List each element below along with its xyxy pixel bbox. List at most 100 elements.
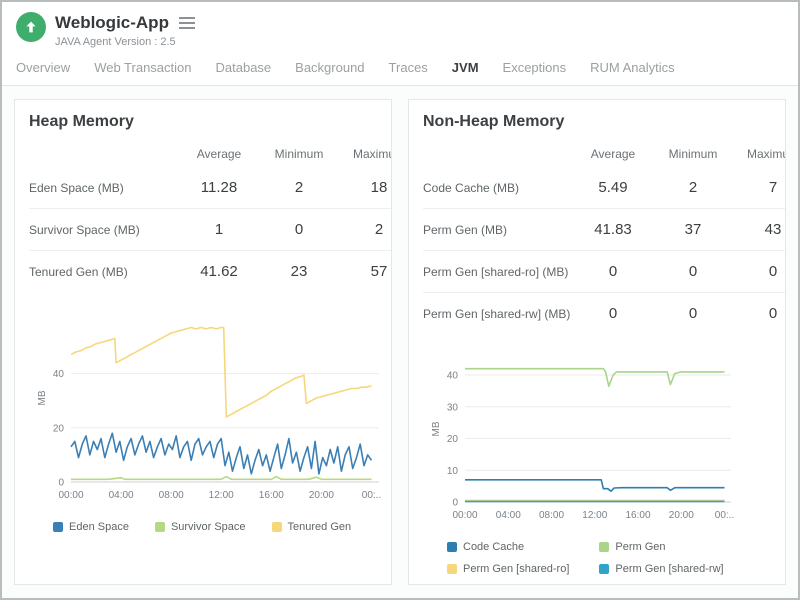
table-row: Perm Gen [shared-ro] (MB) 0 0 0 [423, 251, 786, 293]
non-heap-memory-chart: 01020304000:0004:0008:0012:0016:0020:000… [429, 348, 785, 531]
col-header-average: Average [179, 139, 259, 167]
table-row: Eden Space (MB) 11.28 2 18 [29, 167, 392, 209]
svg-text:0: 0 [58, 478, 64, 489]
tab-bar: Overview Web Transaction Database Backgroun… [2, 52, 798, 86]
svg-text:00:00: 00:00 [452, 510, 477, 521]
main-content: Heap Memory Average Minimum Maximum Eden… [2, 86, 798, 598]
col-header-maximum: Maximum [339, 139, 392, 167]
heap-stats-table: Average Minimum Maximum Eden Space (MB) … [29, 139, 392, 292]
non-heap-stats-table: Average Minimum Maximum Code Cache (MB) … [423, 139, 786, 334]
tab-database[interactable]: Database [216, 60, 272, 75]
panel-title-heap: Heap Memory [29, 113, 391, 131]
table-row: Code Cache (MB) 5.49 2 7 [423, 167, 786, 209]
svg-text:20:00: 20:00 [309, 490, 334, 501]
col-header-blank [423, 139, 573, 167]
svg-text:00:..: 00:.. [715, 510, 734, 521]
avg-value: 41.83 [573, 209, 653, 251]
svg-text:0: 0 [452, 498, 458, 509]
row-label: Tenured Gen (MB) [29, 251, 179, 293]
svg-text:30: 30 [447, 402, 459, 413]
non-heap-memory-panel: Non-Heap Memory Average Minimum Maximum … [408, 99, 786, 585]
legend-label: Survivor Space [171, 521, 246, 533]
tab-overview[interactable]: Overview [16, 60, 70, 75]
legend-item: Tenured Gen [272, 521, 352, 533]
svg-text:00:..: 00:.. [362, 490, 381, 501]
heap-chart-legend: Eden SpaceSurvivor SpaceTenured Gen [53, 521, 391, 533]
max-value: 57 [339, 251, 392, 293]
svg-text:16:00: 16:00 [625, 510, 650, 521]
svg-text:MB: MB [37, 390, 48, 405]
row-label: Perm Gen (MB) [423, 209, 573, 251]
min-value: 37 [653, 209, 733, 251]
col-header-minimum: Minimum [653, 139, 733, 167]
legend-swatch [599, 564, 609, 574]
svg-text:12:00: 12:00 [209, 490, 234, 501]
legend-swatch [447, 564, 457, 574]
col-header-maximum: Maximum [733, 139, 786, 167]
avg-value: 41.62 [179, 251, 259, 293]
max-value: 43 [733, 209, 786, 251]
max-value: 2 [339, 209, 392, 251]
heap-memory-panel: Heap Memory Average Minimum Maximum Eden… [14, 99, 392, 585]
row-label: Code Cache (MB) [423, 167, 573, 209]
avg-value: 11.28 [179, 167, 259, 209]
min-value: 2 [653, 167, 733, 209]
legend-label: Perm Gen [shared-rw] [615, 563, 723, 575]
min-value: 0 [653, 293, 733, 335]
min-value: 0 [259, 209, 339, 251]
app-icon [16, 12, 46, 42]
max-value: 0 [733, 293, 786, 335]
svg-text:12:00: 12:00 [582, 510, 607, 521]
legend-swatch [272, 522, 282, 532]
legend-swatch [599, 542, 609, 552]
svg-text:16:00: 16:00 [259, 490, 284, 501]
tab-background[interactable]: Background [295, 60, 364, 75]
svg-text:00:00: 00:00 [58, 490, 83, 501]
svg-text:08:00: 08:00 [159, 490, 184, 501]
avg-value: 0 [573, 293, 653, 335]
avg-value: 5.49 [573, 167, 653, 209]
panel-title-non-heap: Non-Heap Memory [423, 113, 785, 131]
legend-label: Code Cache [463, 541, 524, 553]
tab-jvm[interactable]: JVM [452, 60, 479, 75]
table-row: Perm Gen (MB) 41.83 37 43 [423, 209, 786, 251]
row-label: Survivor Space (MB) [29, 209, 179, 251]
svg-text:04:00: 04:00 [496, 510, 521, 521]
tab-rum-analytics[interactable]: RUM Analytics [590, 60, 675, 75]
svg-text:20: 20 [53, 423, 65, 434]
legend-item: Perm Gen [shared-ro] [447, 563, 569, 575]
legend-swatch [155, 522, 165, 532]
arrow-up-icon [23, 19, 39, 35]
svg-text:40: 40 [53, 369, 65, 380]
table-row: Tenured Gen (MB) 41.62 23 57 [29, 251, 392, 293]
app-window: Weblogic-App JAVA Agent Version : 2.5 Ov… [0, 0, 800, 600]
non-heap-chart-legend: Code Cache Perm Gen Perm Gen [shared-ro] Pe… [447, 541, 785, 575]
legend-swatch [447, 542, 457, 552]
svg-text:08:00: 08:00 [539, 510, 564, 521]
max-value: 18 [339, 167, 392, 209]
tab-exceptions[interactable]: Exceptions [503, 60, 567, 75]
legend-label: Perm Gen [615, 541, 665, 553]
svg-text:20:00: 20:00 [669, 510, 694, 521]
min-value: 0 [653, 251, 733, 293]
col-header-blank [29, 139, 179, 167]
avg-value: 0 [573, 251, 653, 293]
tab-traces[interactable]: Traces [389, 60, 428, 75]
agent-version-label: JAVA Agent Version : 2.5 [55, 36, 195, 48]
row-label: Perm Gen [shared-rw] (MB) [423, 293, 573, 335]
legend-item: Perm Gen [599, 541, 723, 553]
legend-item: Code Cache [447, 541, 569, 553]
max-value: 0 [733, 251, 786, 293]
svg-text:MB: MB [431, 421, 442, 436]
tab-web-transaction[interactable]: Web Transaction [94, 60, 191, 75]
svg-text:40: 40 [447, 371, 459, 382]
header: Weblogic-App JAVA Agent Version : 2.5 [2, 2, 798, 52]
table-row: Perm Gen [shared-rw] (MB) 0 0 0 [423, 293, 786, 335]
legend-label: Tenured Gen [288, 521, 352, 533]
max-value: 7 [733, 167, 786, 209]
col-header-average: Average [573, 139, 653, 167]
svg-text:04:00: 04:00 [109, 490, 134, 501]
col-header-minimum: Minimum [259, 139, 339, 167]
page-title: Weblogic-App [55, 13, 169, 33]
hamburger-menu-icon[interactable] [179, 12, 195, 34]
